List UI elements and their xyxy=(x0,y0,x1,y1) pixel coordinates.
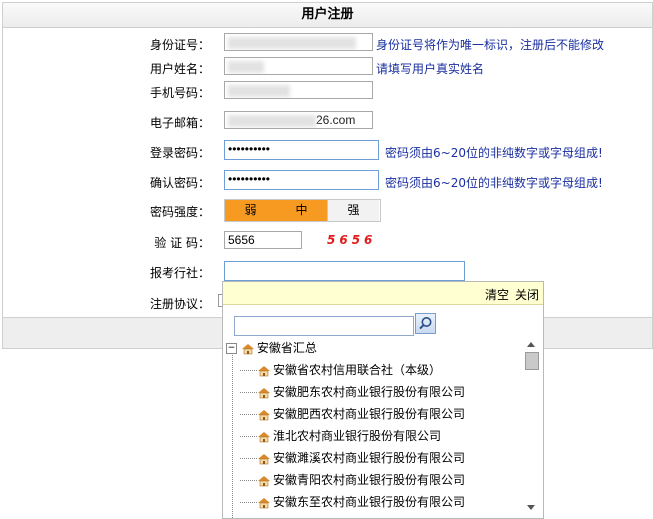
captcha-label: 验 证 码： xyxy=(154,236,210,250)
tree-item[interactable]: 淮北农村商业银行股份有限公司 xyxy=(240,427,441,444)
home-icon xyxy=(258,497,270,508)
tree-item-label: 安徽肥西农村商业银行股份有限公司 xyxy=(273,407,466,421)
home-icon xyxy=(258,453,270,464)
id-label: 身份证号： xyxy=(149,38,210,52)
tree-item-label: 安徽省农村信用联合社（本级） xyxy=(273,363,442,377)
tree-search-button[interactable] xyxy=(415,313,436,334)
strength-strong: 强 xyxy=(327,200,379,221)
tree-root-label: 安徽省汇总 xyxy=(256,341,317,355)
dropdown-toolbar: 清空 关闭 xyxy=(223,282,543,305)
name-input[interactable] xyxy=(224,57,373,75)
strength-label: 密码强度： xyxy=(149,205,210,219)
confirm-label: 确认密码： xyxy=(149,176,210,190)
tree-item[interactable]: 安徽肥东农村商业银行股份有限公司 xyxy=(240,383,465,400)
name-label: 用户姓名： xyxy=(149,62,210,76)
tree-item[interactable]: 安徽省农村信用联合社（本级） xyxy=(240,361,441,378)
agency-select-input[interactable] xyxy=(224,261,465,281)
captcha-input[interactable]: 5656 xyxy=(224,231,302,249)
tree-item[interactable]: 安徽肥西农村商业银行股份有限公司 xyxy=(240,405,465,422)
captcha-image[interactable]: 5656 xyxy=(327,233,376,247)
strength-weak: 弱 xyxy=(225,200,276,221)
strength-medium: 中 xyxy=(276,200,327,221)
collapse-icon[interactable]: − xyxy=(226,343,237,354)
home-icon xyxy=(258,365,270,376)
home-icon xyxy=(258,431,270,442)
tree-item-label: 安徽肥东农村商业银行股份有限公司 xyxy=(273,385,466,399)
tree-root[interactable]: − 安徽省汇总 xyxy=(226,339,317,356)
scroll-thumb[interactable] xyxy=(525,352,539,370)
password-hint: 密码须由6~20位的非纯数字或字母组成! xyxy=(385,146,603,160)
tree-search-input[interactable] xyxy=(234,316,414,336)
confirm-password-input[interactable]: •••••••••• xyxy=(224,170,379,190)
password-label: 登录密码： xyxy=(149,146,210,160)
email-visible-part: 26.com xyxy=(316,113,356,127)
home-icon xyxy=(258,409,270,420)
close-button[interactable]: 关闭 xyxy=(515,286,539,303)
email-input[interactable]: 26.com xyxy=(224,111,373,129)
tree-item[interactable]: 安徽东至农村商业银行股份有限公司 xyxy=(240,493,465,510)
page-title: 用户注册 xyxy=(3,3,652,28)
agreement-label: 注册协议： xyxy=(149,297,210,311)
row-phone: 手机号码： xyxy=(0,81,653,103)
row-name: 用户姓名： 请填写用户真实姓名 xyxy=(0,57,653,79)
agency-dropdown: 清空 关闭 − 安徽省汇总 安徽省农村信用联合社（本级） 安徽肥东农村商业银行股… xyxy=(222,281,544,519)
redacted-value xyxy=(228,84,290,97)
search-icon xyxy=(419,317,432,330)
tree-item[interactable]: 安徽濉溪农村商业银行股份有限公司 xyxy=(240,449,465,466)
tree-item[interactable]: 安徽青阳农村商业银行股份有限公司 xyxy=(240,471,465,488)
tree-connector xyxy=(232,350,233,518)
tree-item-label: 安徽濉溪农村商业银行股份有限公司 xyxy=(273,451,466,465)
password-input[interactable]: •••••••••• xyxy=(224,140,379,160)
tree-item-label: 淮北农村商业银行股份有限公司 xyxy=(273,429,442,443)
confirm-hint: 密码须由6~20位的非纯数字或字母组成! xyxy=(385,176,603,190)
redacted-value xyxy=(228,36,356,49)
tree-scrollbar[interactable] xyxy=(525,339,539,513)
redacted-value xyxy=(228,114,316,127)
row-agency: 报考行社： xyxy=(0,261,653,283)
phone-input[interactable] xyxy=(224,81,373,99)
tree-item-label: 安徽东至农村商业银行股份有限公司 xyxy=(273,495,466,509)
clear-button[interactable]: 清空 xyxy=(485,286,509,303)
id-hint: 身份证号将作为唯一标识，注册后不能修改 xyxy=(376,38,605,52)
home-icon xyxy=(241,343,254,354)
row-id: 身份证号： 身份证号将作为唯一标识，注册后不能修改 xyxy=(0,33,653,55)
row-confirm: 确认密码： •••••••••• 密码须由6~20位的非纯数字或字母组成! xyxy=(0,170,653,192)
scroll-up-icon[interactable] xyxy=(527,342,535,347)
home-icon xyxy=(258,475,270,486)
tree-item-label: 安徽青阳农村商业银行股份有限公司 xyxy=(273,473,466,487)
agency-label: 报考行社： xyxy=(149,266,210,280)
row-password: 登录密码： •••••••••• 密码须由6~20位的非纯数字或字母组成! xyxy=(0,140,653,162)
row-email: 电子邮箱： 26.com xyxy=(0,111,653,133)
id-number-input[interactable] xyxy=(224,33,373,51)
email-label: 电子邮箱： xyxy=(149,116,210,130)
scroll-down-icon[interactable] xyxy=(527,505,535,510)
password-strength-meter: 弱 中 强 xyxy=(224,199,381,222)
home-icon xyxy=(258,387,270,398)
redacted-value xyxy=(228,60,264,73)
phone-label: 手机号码： xyxy=(149,86,210,100)
name-hint: 请填写用户真实姓名 xyxy=(376,62,485,76)
